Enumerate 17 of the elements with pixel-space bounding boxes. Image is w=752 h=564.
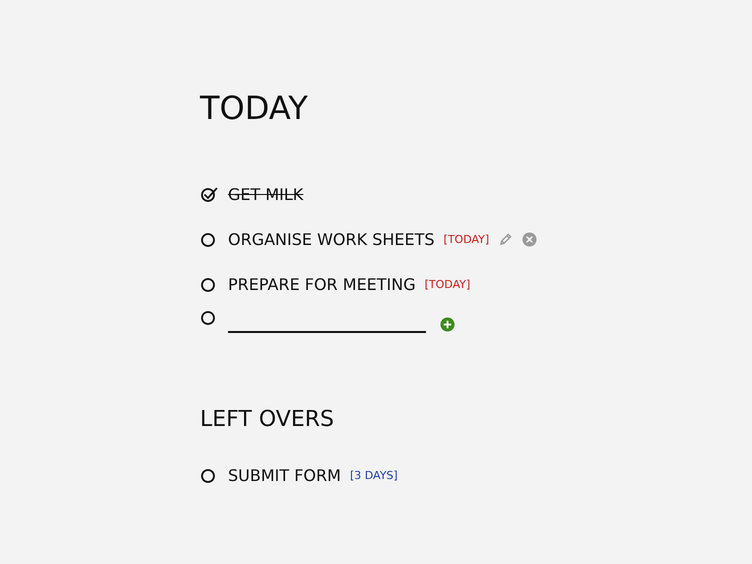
checked-circle-icon[interactable] bbox=[200, 186, 218, 204]
section-title: LEFT OVERS bbox=[200, 406, 335, 434]
due-tag: [3 DAYS] bbox=[350, 469, 398, 482]
circle-icon[interactable] bbox=[200, 309, 218, 327]
section-title: TODAY bbox=[200, 88, 309, 128]
circle-icon[interactable] bbox=[200, 466, 218, 484]
pencil-icon[interactable] bbox=[498, 232, 514, 247]
circle-icon[interactable] bbox=[200, 230, 218, 248]
due-tag: [TODAY] bbox=[444, 233, 490, 246]
delete-icon[interactable] bbox=[522, 232, 538, 247]
circle-icon[interactable] bbox=[200, 276, 218, 294]
task-label: PREPARE FOR MEETING bbox=[228, 275, 416, 294]
task-label: SUBMIT FORM bbox=[228, 466, 341, 485]
task-label: GET MILK bbox=[228, 185, 304, 204]
task-label: ORGANISE WORK SHEETS bbox=[228, 230, 435, 249]
due-tag: [TODAY] bbox=[424, 278, 470, 291]
add-icon[interactable] bbox=[440, 317, 455, 332]
